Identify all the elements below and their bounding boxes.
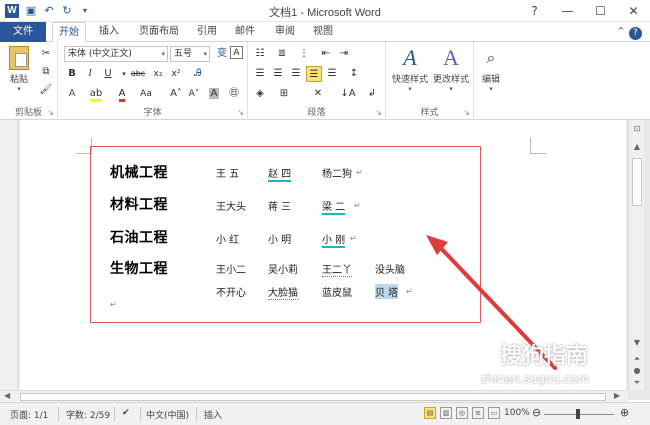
print-layout-view-icon[interactable]: ▤ bbox=[424, 407, 436, 419]
vertical-scroll-thumb[interactable] bbox=[632, 158, 642, 206]
zoom-level[interactable]: 100% bbox=[504, 408, 530, 418]
scroll-up-icon[interactable]: ▲ bbox=[629, 140, 645, 154]
zoom-out-icon[interactable]: ⊖ bbox=[532, 406, 541, 419]
language[interactable]: 中文(中国) bbox=[146, 408, 189, 421]
scroll-right-icon[interactable]: ▶ bbox=[614, 391, 620, 400]
insert-mode[interactable]: 插入 bbox=[204, 408, 222, 421]
outline-view-icon[interactable]: ≡ bbox=[472, 407, 484, 419]
full-screen-reading-icon[interactable]: ▥ bbox=[440, 407, 452, 419]
word-count[interactable]: 字数: 2/59 bbox=[66, 408, 110, 421]
divider bbox=[140, 407, 141, 421]
horizontal-scrollbar[interactable]: ◀ ▶ bbox=[0, 390, 628, 402]
proofing-icon[interactable]: ✔ bbox=[122, 408, 130, 418]
vertical-scrollbar[interactable]: ⊡ ▲ ▼ ⏶ ● ⏷ bbox=[628, 120, 644, 390]
horizontal-scroll-thumb[interactable] bbox=[20, 393, 606, 401]
status-bar: 页面: 1/1 字数: 2/59 ✔ 中文(中国) 插入 ▤ ▥ ◎ ≡ ▭ 1… bbox=[0, 402, 650, 425]
zoom-in-icon[interactable]: ⊕ bbox=[620, 406, 629, 419]
watermark-text: 搜狗指南 bbox=[500, 344, 589, 369]
sogou-logo-icon bbox=[470, 344, 496, 370]
scroll-left-icon[interactable]: ◀ bbox=[4, 391, 10, 400]
divider bbox=[58, 407, 59, 421]
page-count[interactable]: 页面: 1/1 bbox=[10, 408, 48, 421]
zoom-slider-thumb[interactable] bbox=[576, 409, 580, 419]
watermark-logo: 搜狗指南 bbox=[470, 338, 588, 370]
divider bbox=[196, 407, 197, 421]
divider bbox=[114, 407, 115, 421]
draft-view-icon[interactable]: ▭ bbox=[488, 407, 500, 419]
watermark-url: zhinan.sogou.com bbox=[480, 372, 590, 386]
web-layout-icon[interactable]: ◎ bbox=[456, 407, 468, 419]
scroll-down-icon[interactable]: ▼ bbox=[629, 336, 645, 350]
ruler-toggle-icon[interactable]: ⊡ bbox=[629, 122, 645, 136]
next-page-icon[interactable]: ⏷ bbox=[629, 376, 645, 390]
